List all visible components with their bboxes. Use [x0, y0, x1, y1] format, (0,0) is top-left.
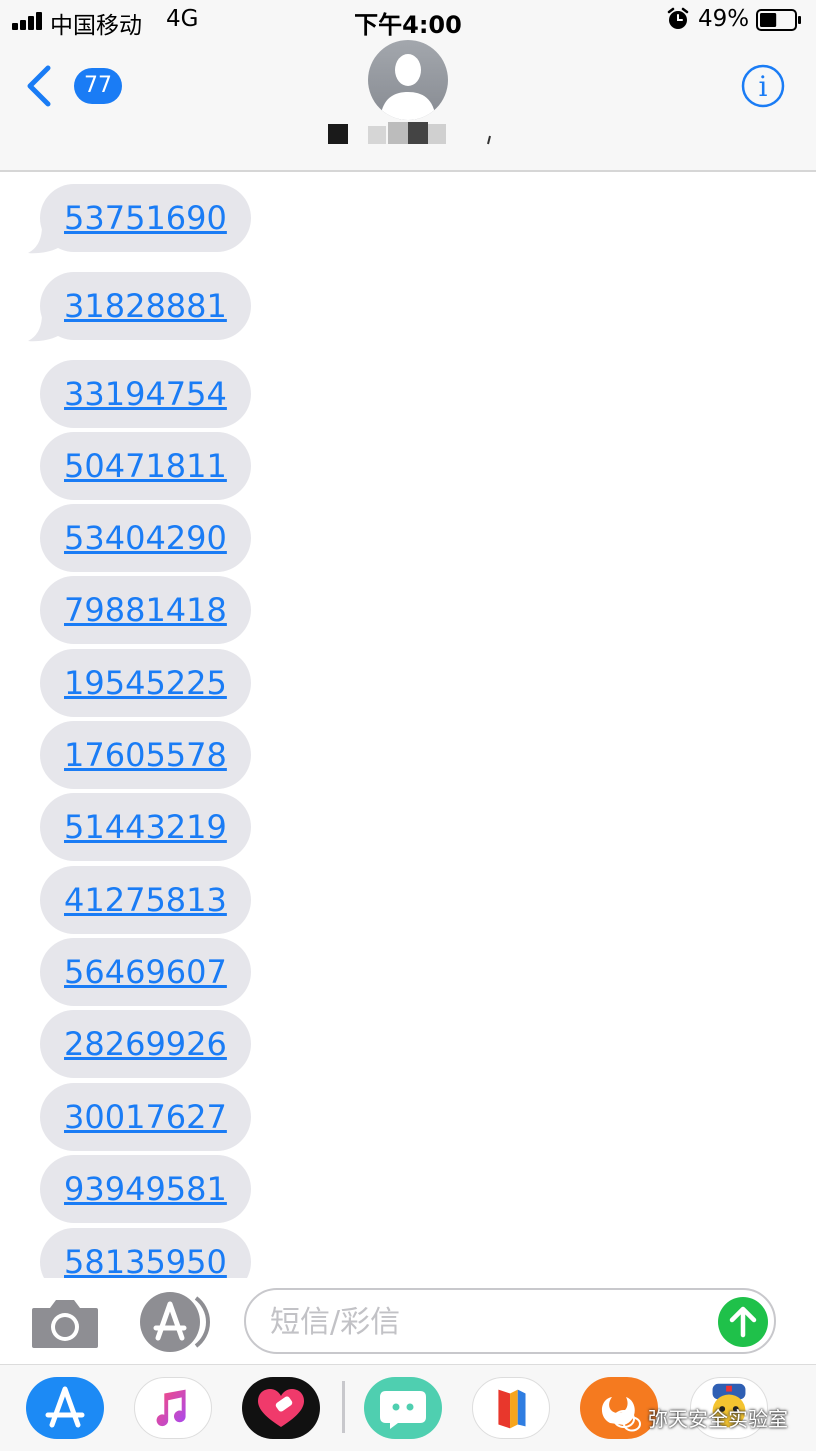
- heart-icon: [258, 1389, 304, 1427]
- status-bar: 中国移动 4G 下午4:00 49%: [0, 0, 816, 40]
- send-arrow-up-icon[interactable]: [718, 1297, 768, 1347]
- message-input-field[interactable]: [244, 1288, 776, 1354]
- message-bubble[interactable]: 53404290: [40, 504, 251, 572]
- message-bubble[interactable]: 50471811: [40, 432, 251, 500]
- books-app-icon[interactable]: [472, 1377, 550, 1439]
- person-silhouette-icon: [380, 54, 436, 120]
- message-text[interactable]: 50471811: [64, 447, 227, 485]
- message-text[interactable]: 28269926: [64, 1025, 227, 1063]
- camera-icon[interactable]: [30, 1296, 100, 1350]
- svg-text:i: i: [759, 70, 768, 103]
- music-app-icon[interactable]: [134, 1377, 212, 1439]
- app-store-app-icon[interactable]: [26, 1377, 104, 1439]
- message-text[interactable]: 79881418: [64, 591, 227, 629]
- info-icon[interactable]: i: [740, 63, 786, 109]
- message-text[interactable]: 56469607: [64, 953, 227, 991]
- message-text[interactable]: 58135950: [64, 1243, 227, 1278]
- message-text[interactable]: 19545225: [64, 664, 227, 702]
- message-text[interactable]: 53404290: [64, 519, 227, 557]
- message-text[interactable]: 51443219: [64, 808, 227, 846]
- app-store-icon[interactable]: [138, 1290, 210, 1354]
- message-text[interactable]: 53751690: [64, 199, 227, 237]
- books-icon: [498, 1389, 526, 1429]
- chat-bubble-icon: [380, 1391, 426, 1429]
- message-bubble[interactable]: 51443219: [40, 793, 251, 861]
- battery-icon: [756, 9, 801, 31]
- heart-app-icon[interactable]: [242, 1377, 320, 1439]
- watermark: 弥天安全实验室: [612, 1403, 788, 1432]
- contact-avatar[interactable]: [368, 40, 448, 120]
- message-text[interactable]: 31828881: [64, 287, 227, 325]
- message-list[interactable]: 53751690 31828881 33194754 50471811 5340…: [0, 172, 816, 1278]
- app-store-icon: [45, 1386, 85, 1428]
- message-text[interactable]: 93949581: [64, 1170, 227, 1208]
- message-bubble[interactable]: 56469607: [40, 938, 251, 1006]
- message-bubble[interactable]: 93949581: [40, 1155, 251, 1223]
- conversation-header: 中国移动 4G 下午4:00 49% 77 i: [0, 0, 816, 172]
- message-bubble[interactable]: 41275813: [40, 866, 251, 934]
- message-bubble[interactable]: 17605578: [40, 721, 251, 789]
- message-bubble[interactable]: 33194754: [40, 360, 251, 428]
- message-text[interactable]: 33194754: [64, 375, 227, 413]
- alarm-clock-icon: [667, 7, 689, 29]
- back-button[interactable]: 77: [20, 60, 122, 110]
- message-text[interactable]: 30017627: [64, 1098, 227, 1136]
- message-bubble[interactable]: 19545225: [40, 649, 251, 717]
- message-bubble[interactable]: 28269926: [40, 1010, 251, 1078]
- message-bubble[interactable]: 58135950: [40, 1228, 251, 1278]
- app-drawer: 弥天安全实验室: [0, 1364, 816, 1451]
- battery-percent: 49%: [698, 6, 750, 32]
- message-input-bar: [0, 1278, 816, 1364]
- message-input[interactable]: [268, 1298, 692, 1346]
- watermark-text: 弥天安全实验室: [648, 1407, 788, 1431]
- message-bubble[interactable]: 79881418: [40, 576, 251, 644]
- message-bubble[interactable]: 30017627: [40, 1083, 251, 1151]
- message-text[interactable]: 41275813: [64, 881, 227, 919]
- chevron-left-icon: [27, 65, 51, 107]
- wechat-icon: [613, 1409, 641, 1431]
- drawer-divider: [342, 1381, 345, 1433]
- music-note-icon: [156, 1389, 186, 1427]
- message-bubble[interactable]: 53751690: [40, 184, 251, 252]
- status-time: 下午4:00: [354, 11, 462, 39]
- message-bubble[interactable]: 31828881: [40, 272, 251, 340]
- message-text[interactable]: 17605578: [64, 736, 227, 774]
- unread-count-badge: 77: [74, 68, 122, 104]
- contact-name-redacted: [328, 122, 491, 145]
- chat-app-icon[interactable]: [364, 1377, 442, 1439]
